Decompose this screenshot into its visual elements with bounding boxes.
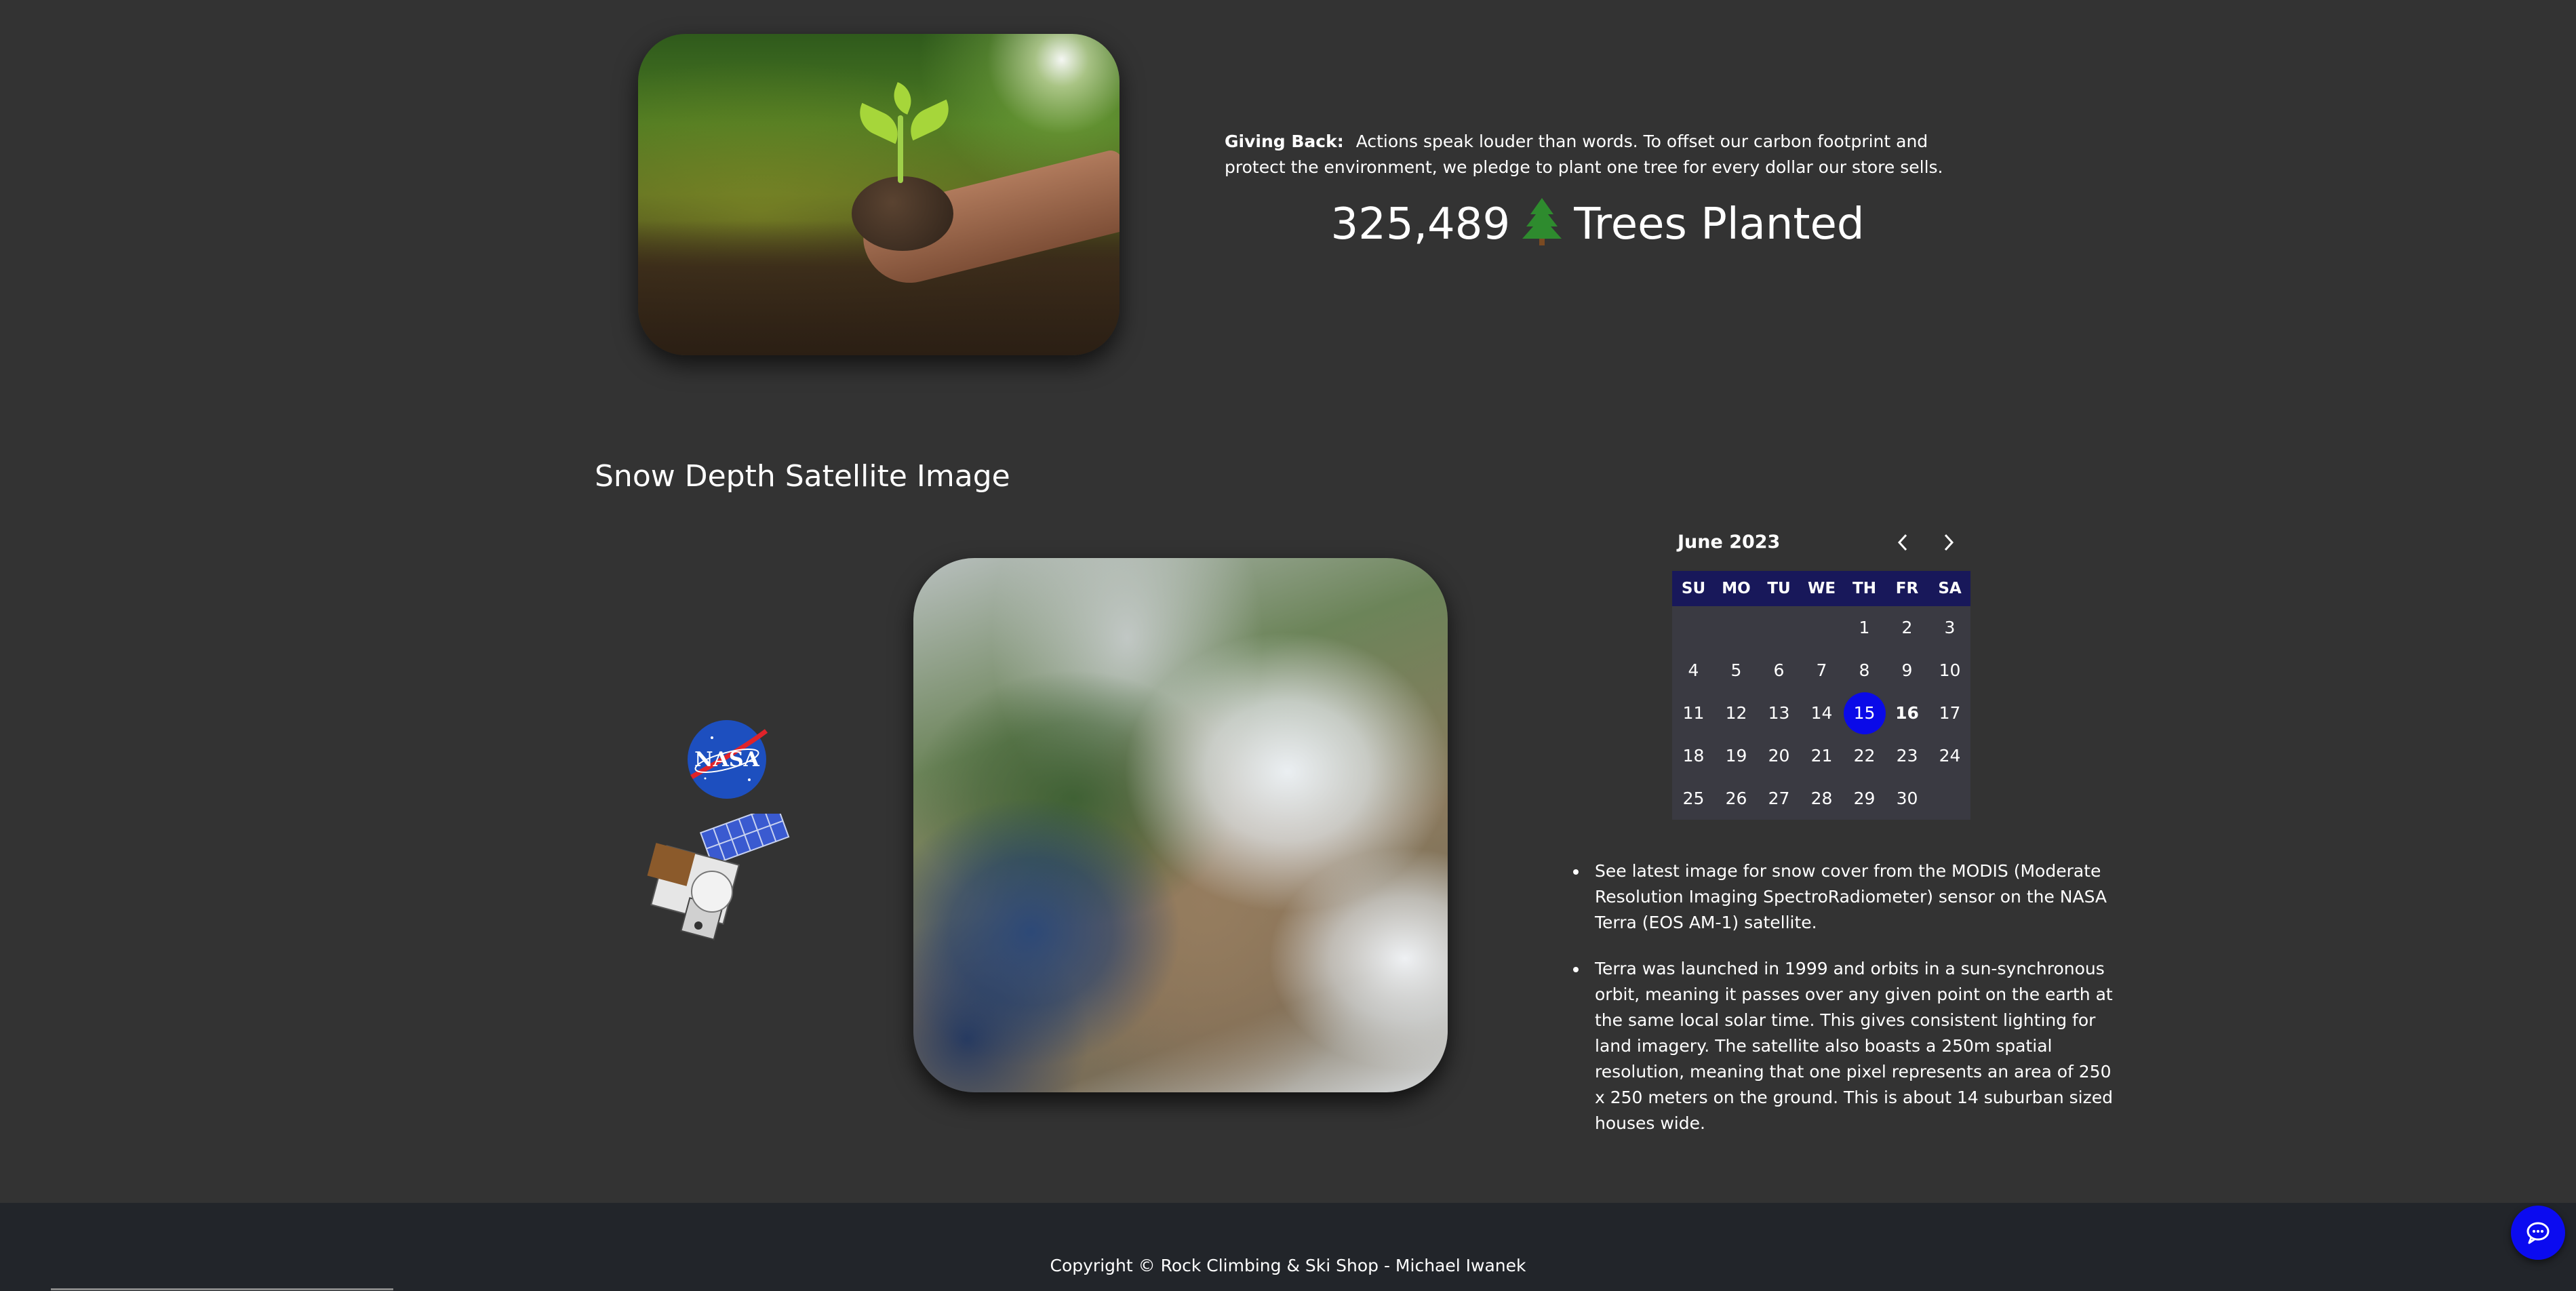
calendar-day-empty — [1758, 606, 1800, 649]
calendar-day[interactable]: 7 — [1800, 649, 1843, 692]
weekday-label: SA — [1938, 580, 1962, 597]
calendar-week: 11 12 13 14 15 16 17 — [1672, 692, 1970, 734]
trees-label: Trees Planted — [1574, 199, 1865, 250]
calendar-week: 18 19 20 21 22 23 24 — [1672, 734, 1970, 777]
trees-planted-counter: 325,489 Trees Planted — [1225, 197, 1970, 252]
svg-text:NASA: NASA — [694, 748, 759, 772]
chat-bubble-icon — [2527, 1222, 2550, 1244]
calendar-day-empty — [1715, 606, 1758, 649]
calendar-day[interactable]: 29 — [1843, 777, 1886, 820]
satellite-info-list: See latest image for snow cover from the… — [1568, 858, 2117, 1157]
calendar-day[interactable]: 2 — [1886, 606, 1928, 649]
calendar-day[interactable]: 4 — [1672, 649, 1715, 692]
list-item: Terra was launched in 1999 and orbits in… — [1588, 956, 2117, 1136]
calendar-day[interactable]: 25 — [1672, 777, 1715, 820]
seedling-stem — [898, 115, 903, 183]
calendar-week: 4 5 6 7 8 9 10 — [1672, 649, 1970, 692]
chat-button[interactable] — [2511, 1206, 2565, 1260]
calendar-day[interactable]: 23 — [1886, 734, 1928, 777]
calendar-grid: SU MO TU WE TH FR SA 1 2 3 4 5 6 7 8 9 1… — [1672, 571, 1970, 820]
weekday-label: SU — [1681, 580, 1706, 597]
giving-back-paragraph: Giving Back: Actions speak louder than w… — [1225, 129, 1970, 180]
weekday-label: FR — [1895, 580, 1919, 597]
calendar-day[interactable]: 11 — [1672, 692, 1715, 734]
calendar-month-label: June 2023 — [1678, 532, 1781, 553]
footer-divider — [51, 1288, 393, 1290]
calendar-day[interactable]: 10 — [1928, 649, 1971, 692]
calendar-day[interactable]: 18 — [1672, 734, 1715, 777]
calendar-day[interactable]: 1 — [1843, 606, 1886, 649]
chevron-right-icon — [1944, 534, 1954, 551]
calendar-day-empty — [1800, 606, 1843, 649]
weekday-label: MO — [1722, 580, 1751, 597]
calendar-week: 1 2 3 — [1672, 606, 1970, 649]
calendar-day[interactable]: 12 — [1715, 692, 1758, 734]
calendar-day-empty — [1672, 606, 1715, 649]
seedling-leaf — [888, 82, 917, 115]
calendar-day[interactable]: 30 — [1886, 777, 1928, 820]
calendar-prev-button[interactable] — [1889, 529, 1916, 556]
calendar-week: 25 26 27 28 29 30 — [1672, 777, 1970, 820]
calendar-header: June 2023 — [1672, 529, 1970, 559]
calendar-weekday-row: SU MO TU WE TH FR SA — [1672, 571, 1970, 606]
calendar-day-selected[interactable]: 15 — [1843, 692, 1886, 734]
list-item: See latest image for snow cover from the… — [1588, 858, 2117, 936]
calendar-day[interactable]: 24 — [1928, 734, 1971, 777]
calendar-day[interactable]: 21 — [1800, 734, 1843, 777]
chevron-left-icon — [1897, 534, 1907, 551]
weekday-label: TU — [1767, 580, 1791, 597]
calendar-day[interactable]: 13 — [1758, 692, 1800, 734]
snow-depth-satellite-image — [913, 558, 1448, 1092]
calendar-next-button[interactable] — [1935, 529, 1962, 556]
calendar: June 2023 SU MO TU WE TH FR SA 1 2 3 4 5… — [1672, 529, 1970, 820]
calendar-day[interactable]: 6 — [1758, 649, 1800, 692]
weekday-label: TH — [1852, 580, 1876, 597]
section-title: Snow Depth Satellite Image — [595, 459, 1010, 494]
calendar-day[interactable]: 17 — [1928, 692, 1971, 734]
calendar-day[interactable]: 28 — [1800, 777, 1843, 820]
seedling-hands-image — [638, 34, 1119, 355]
calendar-day[interactable]: 3 — [1928, 606, 1971, 649]
calendar-day[interactable]: 19 — [1715, 734, 1758, 777]
calendar-day[interactable]: 8 — [1843, 649, 1886, 692]
giving-back-label: Giving Back: — [1225, 132, 1344, 151]
calendar-day[interactable]: 22 — [1843, 734, 1886, 777]
footer — [0, 1203, 2576, 1291]
nasa-logo: NASA — [685, 717, 769, 801]
soil-ball — [852, 176, 953, 251]
calendar-day-empty — [1928, 777, 1971, 820]
calendar-day[interactable]: 14 — [1800, 692, 1843, 734]
calendar-day[interactable]: 5 — [1715, 649, 1758, 692]
calendar-day[interactable]: 26 — [1715, 777, 1758, 820]
calendar-day-today[interactable]: 16 — [1886, 692, 1928, 734]
calendar-day[interactable]: 20 — [1758, 734, 1800, 777]
page: Giving Back: Actions speak louder than w… — [0, 0, 2576, 1291]
footer-copyright: Copyright © Rock Climbing & Ski Shop - M… — [1050, 1256, 1526, 1275]
seedling-leaf — [903, 99, 956, 141]
calendar-day[interactable]: 27 — [1758, 777, 1800, 820]
weekday-label: WE — [1807, 580, 1836, 597]
trees-count: 325,489 — [1330, 199, 1511, 250]
evergreen-tree-icon — [1521, 197, 1563, 245]
calendar-day[interactable]: 9 — [1886, 649, 1928, 692]
terra-satellite-illustration — [644, 803, 807, 949]
